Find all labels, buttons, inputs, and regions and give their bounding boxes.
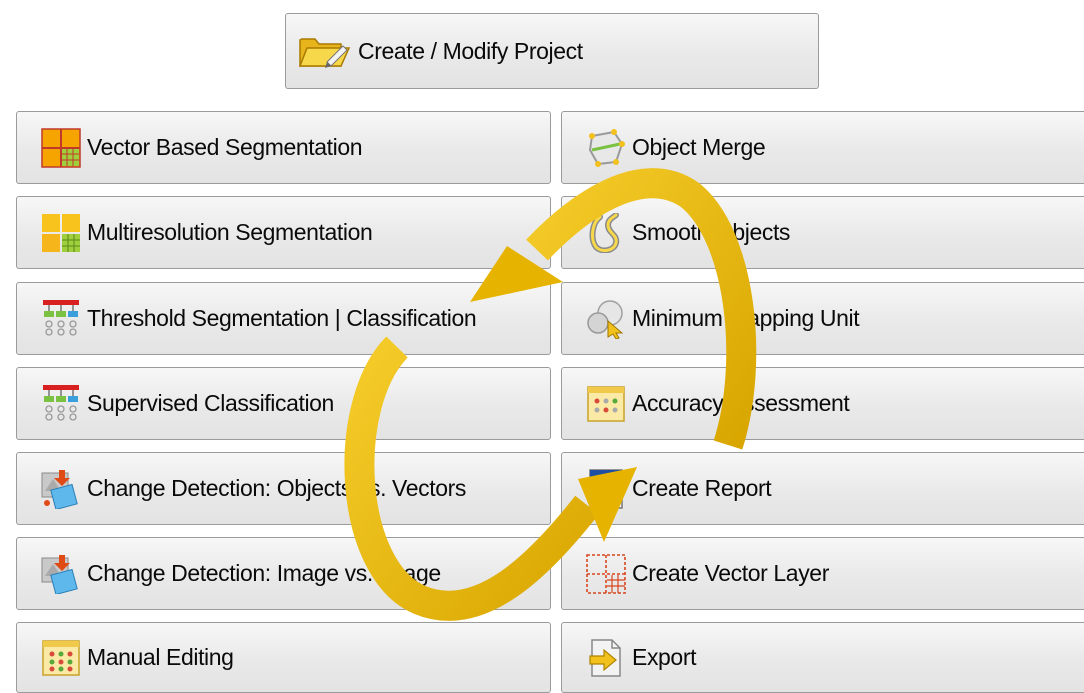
create-modify-project-label: Create / Modify Project xyxy=(358,37,583,64)
minimum-mapping-unit-label: Minimum Mapping Unit xyxy=(632,305,860,331)
accuracy-assessment-label: Accuracy Assessment xyxy=(632,390,850,416)
multiresolution-segmentation-label: Multiresolution Segmentation xyxy=(87,219,373,245)
threshold-segmentation-button[interactable]: Threshold Segmentation | Classification xyxy=(16,282,551,355)
minimum-mapping-unit-icon xyxy=(586,299,626,339)
multiresolution-segmentation-button[interactable]: Multiresolution Segmentation xyxy=(16,196,551,269)
accuracy-assessment-icon xyxy=(586,384,626,424)
smooth-objects-button[interactable]: Smooth Objects xyxy=(561,196,1084,269)
workflow-panel: Create / Modify Project Vector Based Seg… xyxy=(0,0,1084,693)
multiresolution-segmentation-icon xyxy=(41,213,81,253)
vector-based-segmentation-button[interactable]: Vector Based Segmentation xyxy=(16,111,551,184)
hierarchy-icon xyxy=(41,384,81,424)
change-detection-objects-vs-vectors-label: Change Detection: Objects vs. Vectors xyxy=(87,475,466,501)
vector-based-segmentation-label: Vector Based Segmentation xyxy=(87,134,363,160)
folder-icon xyxy=(296,31,352,71)
export-icon xyxy=(586,638,626,678)
create-vector-layer-label: Create Vector Layer xyxy=(632,560,829,586)
create-report-button[interactable]: Create Report xyxy=(561,452,1084,525)
supervised-classification-button[interactable]: Supervised Classification xyxy=(16,367,551,440)
smooth-objects-label: Smooth Objects xyxy=(632,219,791,245)
object-merge-label: Object Merge xyxy=(632,134,766,160)
change-detection-image-vs-image-button[interactable]: Change Detection: Image vs. Image xyxy=(16,537,551,610)
change-detection-image-vs-image-label: Change Detection: Image vs. Image xyxy=(87,560,441,586)
vector-segmentation-icon xyxy=(41,127,81,168)
change-detection-icon xyxy=(41,554,81,594)
change-detection-icon xyxy=(41,469,81,509)
object-merge-icon xyxy=(586,128,626,168)
create-report-label: Create Report xyxy=(632,475,772,501)
minimum-mapping-unit-button[interactable]: Minimum Mapping Unit xyxy=(561,282,1084,355)
accuracy-assessment-button[interactable]: Accuracy Assessment xyxy=(561,367,1084,440)
export-label: Export xyxy=(632,644,697,670)
object-merge-button[interactable]: Object Merge xyxy=(561,111,1084,184)
manual-editing-button[interactable]: Manual Editing xyxy=(16,622,551,693)
manual-editing-label: Manual Editing xyxy=(87,644,234,670)
supervised-classification-label: Supervised Classification xyxy=(87,390,334,416)
create-vector-layer-button[interactable]: Create Vector Layer xyxy=(561,537,1084,610)
manual-editing-icon xyxy=(41,638,81,678)
report-icon xyxy=(586,468,626,509)
vector-layer-icon xyxy=(586,553,626,594)
threshold-segmentation-label: Threshold Segmentation | Classification xyxy=(87,305,477,331)
smooth-objects-icon xyxy=(586,212,626,253)
change-detection-objects-vs-vectors-button[interactable]: Change Detection: Objects vs. Vectors xyxy=(16,452,551,525)
create-modify-project-button[interactable]: Create / Modify Project xyxy=(285,13,819,89)
export-button[interactable]: Export xyxy=(561,622,1084,693)
hierarchy-icon xyxy=(41,299,81,339)
